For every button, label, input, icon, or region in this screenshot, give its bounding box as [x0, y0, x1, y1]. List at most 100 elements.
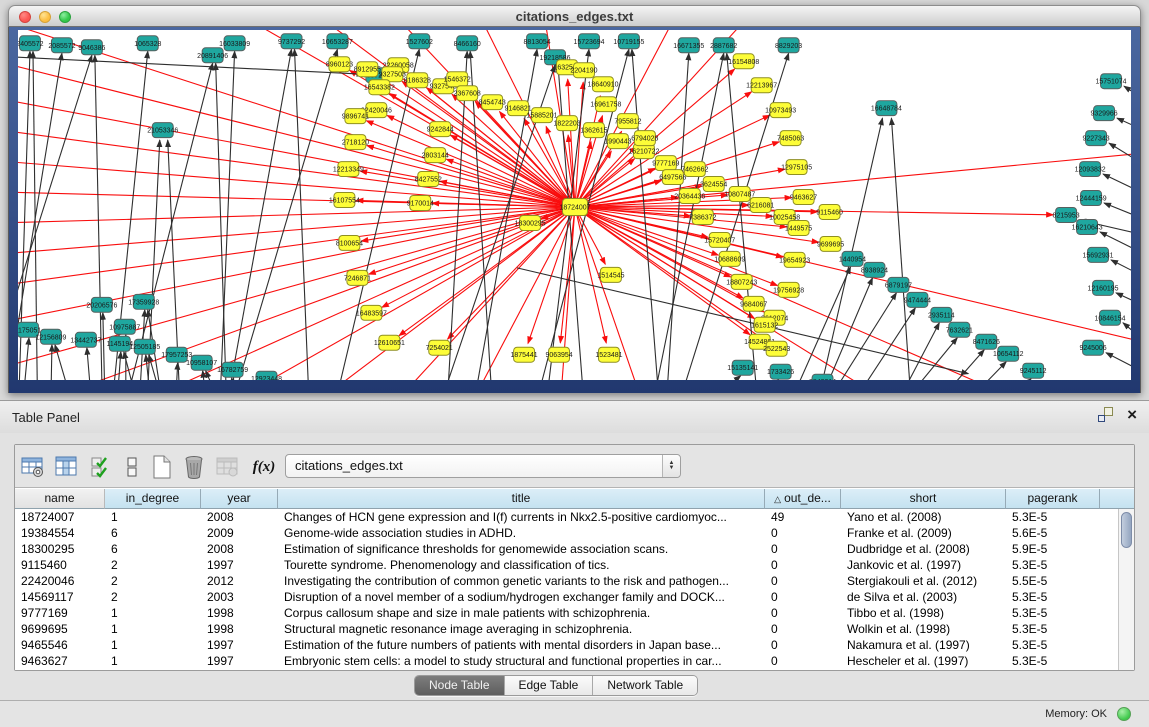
table-row[interactable]: 911546021997Tourette syndrome. Phenomeno… [15, 557, 1118, 573]
graph-node[interactable]: 18640910 [587, 77, 618, 92]
graph-node[interactable]: 12213967 [746, 78, 777, 93]
cell-short[interactable]: Yano et al. (2008) [841, 509, 1006, 525]
graph-node[interactable]: 21053346 [147, 123, 178, 138]
graph-node[interactable]: 9063954 [545, 347, 572, 362]
new-file-icon[interactable] [149, 454, 175, 480]
graph-node[interactable]: 16210643 [1072, 219, 1103, 234]
column-header-in-degree[interactable]: in_degree [105, 489, 201, 509]
graph-node[interactable]: 16033809 [219, 36, 250, 51]
graph-node[interactable]: 8912955 [354, 62, 381, 77]
graph-node[interactable]: 9474444 [904, 292, 931, 307]
cell-in-degree[interactable]: 2 [105, 589, 201, 605]
graph-node[interactable]: 12975105 [781, 160, 812, 175]
graph-node[interactable]: 12160195 [1088, 280, 1119, 295]
cell-in-degree[interactable]: 6 [105, 541, 201, 557]
graph-node[interactable]: 12923448 [251, 371, 282, 380]
cell-in-degree[interactable]: 1 [105, 653, 201, 669]
cell-short[interactable]: Dudbridge et al. (2008) [841, 541, 1006, 557]
window-titlebar[interactable]: citations_edges.txt [8, 5, 1141, 27]
graph-node[interactable]: 2935114 [928, 307, 955, 322]
graph-node[interactable]: 18724007 [559, 199, 590, 216]
cell-out-de-[interactable]: 0 [765, 621, 841, 637]
cell-year[interactable]: 2008 [201, 541, 278, 557]
cell-in-degree[interactable]: 1 [105, 509, 201, 525]
graph-node[interactable]: 9329966 [1090, 106, 1117, 121]
graph-node[interactable]: 8938924 [861, 262, 888, 277]
graph-node[interactable]: 3624554 [700, 177, 727, 192]
table-row[interactable]: 1872400712008Changes of HCN gene express… [15, 509, 1118, 525]
graph-node[interactable]: 15723694 [573, 34, 604, 49]
graph-node[interactable]: 2405572 [18, 36, 44, 51]
cell-pagerank[interactable]: 5.3E-5 [1006, 557, 1100, 573]
graph-node[interactable]: 6216081 [747, 198, 774, 213]
graph-node[interactable]: 19756928 [773, 282, 804, 297]
cell-name[interactable]: 19384554 [15, 525, 105, 541]
function-builder-icon[interactable]: f(x) [251, 454, 277, 480]
cell-title[interactable]: Estimation of the future numbers of pati… [278, 637, 765, 653]
graph-node[interactable]: 16154808 [728, 54, 759, 69]
graph-node[interactable]: 12610651 [374, 335, 405, 350]
table-row[interactable]: 946554611997Estimation of the future num… [15, 637, 1118, 653]
cell-pagerank[interactable]: 5.3E-5 [1006, 589, 1100, 605]
graph-node[interactable]: 10973493 [765, 103, 796, 118]
graph-node[interactable]: 12444159 [1076, 191, 1107, 206]
table-row[interactable]: 2242004622012Investigating the contribut… [15, 573, 1118, 589]
graph-node[interactable]: 16671355 [673, 38, 704, 53]
table-row[interactable]: 1456911722003Disruption of a novel membe… [15, 589, 1118, 605]
column-header-pagerank[interactable]: pagerank [1006, 489, 1100, 509]
cell-year[interactable]: 2003 [201, 589, 278, 605]
graph-node[interactable]: 9227343 [1082, 131, 1109, 146]
table-row[interactable]: 946362711997Embryonic stem cells: a mode… [15, 653, 1118, 669]
cell-out-de-[interactable]: 0 [765, 541, 841, 557]
cell-year[interactable]: 1997 [201, 557, 278, 573]
graph-node[interactable]: 12505185 [129, 339, 160, 354]
graph-node[interactable]: 8215953 [1053, 207, 1080, 222]
cell-year[interactable]: 1997 [201, 653, 278, 669]
graph-node[interactable]: 1145194 [107, 336, 134, 351]
cell-name[interactable]: 9115460 [15, 557, 105, 573]
rows-icon[interactable] [119, 454, 145, 480]
graph-node[interactable]: 9245006 [1079, 340, 1106, 355]
cell-out-de-[interactable]: 0 [765, 637, 841, 653]
graph-node[interactable]: 15720407 [704, 232, 735, 247]
graph-node[interactable]: 1875441 [511, 347, 538, 362]
delete-icon[interactable] [181, 454, 207, 480]
cell-out-de-[interactable]: 0 [765, 557, 841, 573]
graph-node[interactable]: 12093832 [1075, 162, 1106, 177]
cell-short[interactable]: Stergiakouli et al. (2012) [841, 573, 1006, 589]
cell-out-de-[interactable]: 0 [765, 573, 841, 589]
table-columns-icon[interactable] [54, 454, 80, 480]
graph-node[interactable]: 8427552 [415, 172, 442, 187]
graph-node[interactable]: 9737292 [278, 34, 305, 49]
column-header-short[interactable]: short [841, 489, 1006, 509]
table-scrollbar[interactable] [1118, 509, 1134, 670]
table-settings-icon[interactable] [20, 454, 46, 480]
graph-node[interactable]: 2887682 [710, 38, 737, 53]
cell-in-degree[interactable]: 1 [105, 637, 201, 653]
cell-title[interactable]: Disruption of a novel member of a sodium… [278, 589, 765, 605]
cell-short[interactable]: Hescheler et al. (1997) [841, 653, 1006, 669]
cell-year[interactable]: 1998 [201, 621, 278, 637]
graph-node[interactable]: 2522543 [763, 341, 790, 356]
graph-node[interactable]: 9777169 [652, 156, 679, 171]
graph-node[interactable]: 1615132 [751, 317, 778, 332]
cell-pagerank[interactable]: 5.3E-5 [1006, 621, 1100, 637]
graph-node[interactable]: 16107554 [329, 193, 360, 208]
graph-node[interactable]: 1065328 [134, 36, 161, 51]
cell-out-de-[interactable]: 0 [765, 525, 841, 541]
cell-in-degree[interactable]: 2 [105, 573, 201, 589]
cell-year[interactable]: 2012 [201, 573, 278, 589]
graph-node[interactable]: 1527602 [406, 34, 433, 49]
cell-pagerank[interactable]: 5.3E-5 [1006, 509, 1100, 525]
graph-node[interactable]: 8471626 [973, 334, 1000, 349]
cell-name[interactable]: 14569117 [15, 589, 105, 605]
graph-node[interactable]: 10719155 [613, 34, 644, 49]
cell-in-degree[interactable]: 1 [105, 621, 201, 637]
cell-short[interactable]: de Silva et al. (2003) [841, 589, 1006, 605]
table-row[interactable]: 969969511998Structural magnetic resonanc… [15, 621, 1118, 637]
cell-out-de-[interactable]: 49 [765, 509, 841, 525]
cell-pagerank[interactable]: 5.3E-5 [1006, 605, 1100, 621]
table-select-dropdown[interactable]: citations_edges.txt ▲▼ [285, 454, 681, 478]
graph-node[interactable]: 16961758 [590, 97, 621, 112]
graph-node[interactable]: 8186328 [404, 73, 431, 88]
